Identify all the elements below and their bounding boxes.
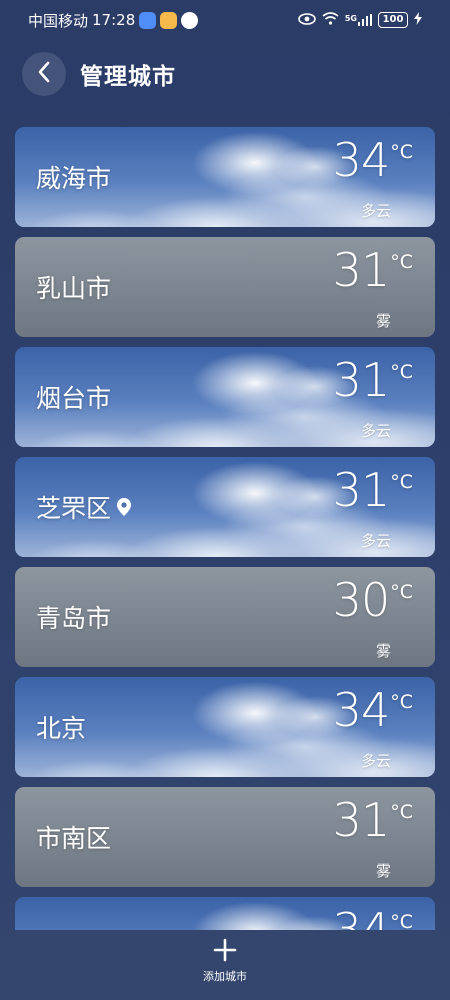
- temperature-unit: °C: [390, 361, 413, 383]
- city-name-label: 青岛市: [36, 604, 112, 633]
- back-button[interactable]: [22, 52, 66, 96]
- city-name: 市南区: [36, 819, 111, 855]
- wifi-icon: [322, 11, 339, 29]
- temperature: 31 °C: [333, 467, 413, 513]
- temperature: 30 °C: [333, 577, 413, 623]
- city-name-label: 市南区: [36, 824, 112, 853]
- temperature: 31 °C: [333, 357, 413, 403]
- city-name-label: 乳山市: [36, 274, 112, 303]
- weather-condition: 雾: [375, 642, 391, 660]
- status-bar: 中国移动 17:28 5G 100: [0, 0, 450, 40]
- location-pin-icon: [117, 498, 132, 516]
- temperature-value: 34: [332, 903, 391, 931]
- temperature-value: 31: [332, 243, 391, 297]
- city-card[interactable]: 青岛市 30 °C 雾: [15, 567, 435, 667]
- temperature-unit: °C: [390, 801, 413, 823]
- city-name: 青岛市: [36, 599, 111, 635]
- city-name: 北京: [36, 709, 86, 745]
- chevron-left-icon: [37, 61, 51, 87]
- status-left: 中国移动 17:28: [28, 10, 199, 31]
- temperature-value: 31: [332, 463, 391, 517]
- city-name: 威海市: [36, 159, 111, 195]
- weather-app-icon: [160, 11, 178, 29]
- temperature-unit: °C: [390, 471, 413, 493]
- network-type-label: 5G: [344, 14, 357, 23]
- city-card[interactable]: 市南区 31 °C 雾: [15, 787, 435, 887]
- weather-condition: 多云: [360, 532, 391, 550]
- temperature: 34 °C: [333, 687, 413, 733]
- signal-icon: 5G: [345, 14, 372, 26]
- charging-icon: [414, 11, 422, 29]
- temperature: 31 °C: [333, 247, 413, 293]
- weather-condition: 多云: [360, 752, 391, 770]
- temperature: 34 °C: [333, 137, 413, 183]
- weather-condition: 多云: [360, 422, 391, 440]
- temperature-value: 30: [332, 573, 391, 627]
- voice-app-icon: [181, 11, 199, 29]
- city-card[interactable]: 乳山市 31 °C 雾: [15, 237, 435, 337]
- bottom-bar: 添加城市: [0, 930, 450, 1000]
- temperature-value: 31: [332, 793, 391, 847]
- plus-icon: [213, 938, 237, 966]
- temperature-value: 31: [332, 353, 391, 407]
- city-name-label: 芝罘区: [36, 494, 112, 523]
- city-name-label: 北京: [36, 714, 87, 743]
- message-app-icon: [139, 11, 157, 29]
- city-card[interactable]: 威海市 34 °C 多云: [15, 127, 435, 227]
- battery-indicator: 100: [378, 12, 408, 28]
- temperature: 31 °C: [333, 797, 413, 843]
- weather-condition: 多云: [360, 202, 391, 220]
- temperature-value: 34: [332, 133, 391, 187]
- add-city-label: 添加城市: [203, 970, 247, 983]
- header: 管理城市: [22, 52, 176, 96]
- page-title: 管理城市: [80, 64, 176, 90]
- temperature-unit: °C: [390, 141, 413, 163]
- city-list[interactable]: 威海市 34 °C 多云 乳山市 31 °C 雾烟台市 31 °C 多云 芝罘区 31 °C 多云 青岛市 30…: [15, 127, 435, 931]
- city-name-label: 威海市: [36, 164, 112, 193]
- eye-icon: [298, 11, 316, 29]
- status-right: 5G 100: [298, 11, 422, 29]
- city-card[interactable]: 烟台市 31 °C 多云: [15, 347, 435, 447]
- clock: 17:28: [92, 11, 136, 29]
- city-name-label: 烟台市: [36, 384, 112, 413]
- city-name: 乳山市: [36, 269, 111, 305]
- city-name: 烟台市: [36, 379, 111, 415]
- city-card[interactable]: 34 °C: [15, 897, 435, 931]
- weather-condition: 雾: [375, 312, 391, 330]
- add-city-button[interactable]: 添加城市: [203, 930, 247, 1000]
- temperature-unit: °C: [390, 251, 413, 273]
- battery-level: 100: [382, 14, 404, 25]
- carrier-label: 中国移动: [28, 11, 89, 30]
- city-card[interactable]: 北京 34 °C 多云: [15, 677, 435, 777]
- temperature: 34 °C: [333, 907, 413, 931]
- weather-condition: 雾: [375, 862, 391, 880]
- temperature-unit: °C: [390, 581, 413, 603]
- temperature-unit: °C: [390, 911, 413, 931]
- city-card[interactable]: 芝罘区 31 °C 多云: [15, 457, 435, 557]
- city-name: 芝罘区: [36, 489, 132, 525]
- temperature-value: 34: [332, 683, 391, 737]
- temperature-unit: °C: [390, 691, 413, 713]
